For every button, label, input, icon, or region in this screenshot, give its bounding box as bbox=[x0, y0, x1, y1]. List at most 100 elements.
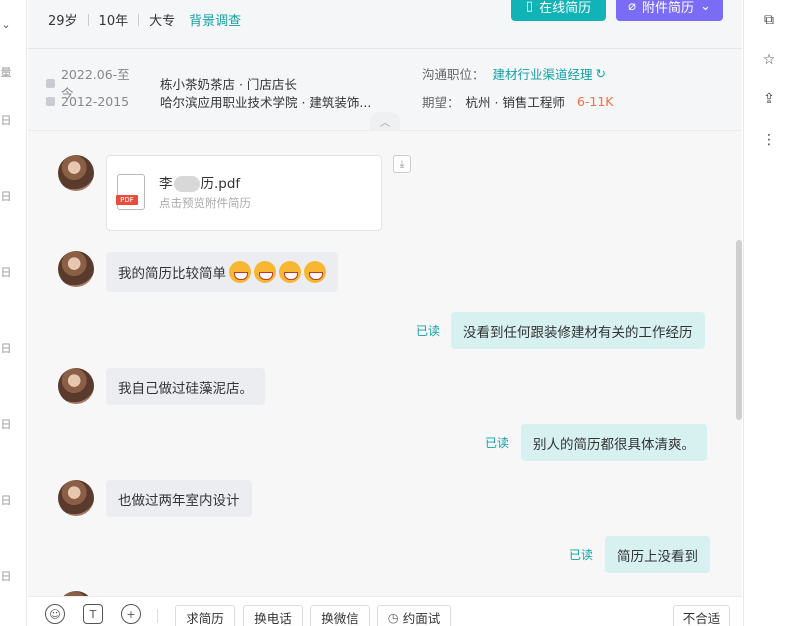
more-vertical-icon[interactable]: ⋮ bbox=[760, 131, 778, 149]
text-template-icon[interactable]: T bbox=[83, 604, 103, 624]
redacted-name bbox=[173, 176, 200, 192]
pdf-badge: PDF bbox=[116, 195, 138, 205]
message-text: 也做过两年室内设计 bbox=[118, 492, 240, 509]
clock-icon: ◷ bbox=[387, 609, 399, 625]
grin-emoji-icon bbox=[279, 261, 301, 283]
file-name: 李 历.pdf bbox=[159, 172, 240, 192]
download-icon[interactable]: ⤓ bbox=[393, 155, 411, 173]
swap-phone-button[interactable]: 换电话 bbox=[243, 605, 303, 626]
left-strip-text: 量 bbox=[0, 66, 12, 79]
file-name-prefix: 李 bbox=[159, 176, 173, 192]
candidate-summary: 29岁 10年 大专 背景调查 bbox=[48, 10, 241, 29]
left-strip-text: 日 bbox=[0, 190, 12, 203]
emoji-icon[interactable]: ☺ bbox=[45, 604, 65, 624]
schedule-interview-label: 约面试 bbox=[402, 610, 441, 626]
grin-emoji-icon bbox=[229, 261, 251, 283]
message-text: 我的简历比较简单 bbox=[118, 266, 226, 282]
avatar[interactable] bbox=[58, 155, 94, 191]
attachment-resume-button[interactable]: ⌀ 附件简历 ⌄ bbox=[616, 0, 723, 21]
message-bubble-incoming: 我自己做过硅藻泥店。 bbox=[106, 368, 265, 405]
left-strip-text: 日 bbox=[0, 342, 12, 355]
chat-scrollbar[interactable] bbox=[736, 240, 742, 420]
position-value[interactable]: 建材行业渠道经理 bbox=[493, 64, 593, 83]
message-bubble-incoming: 也做过两年室内设计 bbox=[106, 480, 252, 517]
briefcase-icon bbox=[46, 78, 55, 88]
message-bubble-outgoing: 别人的简历都很具体清爽。 bbox=[521, 424, 707, 461]
collapse-header-button[interactable]: ︿ bbox=[370, 112, 400, 130]
grin-emoji-icon bbox=[304, 261, 326, 283]
left-strip-text: 日 bbox=[0, 114, 12, 127]
avatar[interactable] bbox=[58, 251, 94, 287]
swap-wechat-label: 换微信 bbox=[321, 610, 359, 626]
main-panel: 29岁 10年 大专 背景调查 ▯ 在线简历 ⌀ 附件简历 ⌄ 2022.06-… bbox=[28, 0, 742, 626]
read-status: 已读 bbox=[485, 436, 510, 450]
education-row: 2012-2015 哈尔滨应用职业技术学院 · 建筑装饰... bbox=[46, 92, 371, 111]
graduation-cap-icon bbox=[46, 97, 55, 106]
add-icon[interactable]: + bbox=[121, 604, 141, 624]
reject-button[interactable]: 不合适 bbox=[673, 605, 730, 626]
candidate-experience: 10年 bbox=[98, 14, 129, 29]
read-status: 已读 bbox=[569, 548, 594, 562]
divider bbox=[87, 13, 89, 26]
candidate-education: 大专 bbox=[149, 14, 176, 29]
work-detail: 栋小茶奶茶店 · 门店店长 bbox=[160, 76, 297, 92]
online-resume-label: 在线简历 bbox=[539, 1, 592, 16]
message-bubble-outgoing: 没看到任何跟装修建材有关的工作经历 bbox=[451, 312, 705, 349]
external-link-icon[interactable]: ⧉ bbox=[760, 11, 778, 29]
expect-salary: 6-11K bbox=[576, 94, 614, 109]
position-row: 沟通职位： 建材行业渠道经理 ↻ bbox=[422, 64, 606, 83]
edu-period: 2012-2015 bbox=[46, 94, 142, 109]
message-bubble-outgoing: 简历上没看到 bbox=[605, 536, 710, 573]
expect-city: 杭州 · 销售工程师 bbox=[465, 95, 565, 110]
resume-file-card[interactable]: PDF 李 历.pdf 点击预览附件简历 bbox=[106, 155, 382, 231]
message-text: 别人的简历都很具体清爽。 bbox=[533, 436, 695, 453]
chat-toolbar: ☺ T + 求简历 换电话 换微信 ◷ 约面试 不合适 bbox=[28, 596, 742, 626]
expectation-row: 期望： 杭州 · 销售工程师 6-11K bbox=[422, 92, 614, 111]
avatar[interactable] bbox=[58, 368, 94, 404]
request-resume-label: 求简历 bbox=[186, 610, 224, 626]
background-check-link[interactable]: 背景调查 bbox=[189, 10, 241, 29]
candidate-header: 29岁 10年 大专 背景调查 ▯ 在线简历 ⌀ 附件简历 ⌄ 2022.06-… bbox=[28, 0, 742, 130]
message-text: 简历上没看到 bbox=[617, 548, 698, 565]
swap-phone-label: 换电话 bbox=[254, 610, 292, 626]
left-strip-text: 日 bbox=[0, 266, 12, 279]
star-icon[interactable]: ☆ bbox=[760, 51, 778, 69]
pdf-file-icon: PDF bbox=[116, 174, 145, 210]
online-resume-button[interactable]: ▯ 在线简历 bbox=[511, 0, 606, 21]
document-icon: ▯ bbox=[525, 0, 534, 14]
divider bbox=[138, 13, 140, 26]
message-text: 我自己做过硅藻泥店。 bbox=[118, 380, 253, 397]
avatar[interactable] bbox=[58, 480, 94, 516]
edu-period-text: 2012-2015 bbox=[61, 94, 130, 109]
position-label: 沟通职位： bbox=[422, 67, 485, 82]
candidate-age: 29岁 bbox=[48, 14, 78, 29]
chat-window: ⌄ 量 日 日 日 日 日 日 日 29岁 10年 大专 背景调查 ▯ 在线简历… bbox=[0, 0, 786, 626]
chevron-down-icon: ⌄ bbox=[699, 0, 711, 14]
expect-label: 期望： bbox=[422, 95, 460, 110]
reject-label: 不合适 bbox=[682, 610, 721, 626]
header-divider bbox=[28, 48, 742, 49]
file-subtitle: 点击预览附件简历 bbox=[159, 196, 251, 210]
attachment-resume-label: 附件简历 bbox=[641, 1, 694, 16]
left-list-strip: ⌄ 量 日 日 日 日 日 日 日 bbox=[0, 0, 27, 626]
chevron-up-icon: ︿ bbox=[380, 117, 390, 129]
edu-detail: 哈尔滨应用职业技术学院 · 建筑装饰... bbox=[160, 95, 372, 110]
left-strip-text: 日 bbox=[0, 570, 12, 583]
message-bubble-incoming: 我的简历比较简单 bbox=[106, 252, 338, 292]
right-action-rail: ⧉ ☆ ⇪ ⋮ bbox=[743, 0, 786, 626]
file-name-suffix: 历.pdf bbox=[200, 176, 241, 192]
refresh-icon[interactable]: ↻ bbox=[596, 66, 606, 81]
paperclip-icon: ⌀ bbox=[628, 0, 636, 14]
message-text: 没看到任何跟装修建材有关的工作经历 bbox=[463, 324, 693, 341]
read-status: 已读 bbox=[416, 324, 441, 338]
left-strip-text: 日 bbox=[0, 418, 12, 431]
chevron-down-icon[interactable]: ⌄ bbox=[0, 18, 12, 31]
pin-top-icon[interactable]: ⇪ bbox=[760, 90, 778, 108]
left-strip-text: 日 bbox=[0, 494, 12, 507]
schedule-interview-button[interactable]: ◷ 约面试 bbox=[377, 605, 451, 626]
request-resume-button[interactable]: 求简历 bbox=[175, 605, 235, 626]
message-list[interactable]: PDF 李 历.pdf 点击预览附件简历 ⤓ 我的简历比较简单 已读 没看到任何跟… bbox=[28, 130, 742, 626]
swap-wechat-button[interactable]: 换微信 bbox=[310, 605, 370, 626]
toolbar-divider bbox=[157, 609, 158, 623]
grin-emoji-icon bbox=[254, 261, 276, 283]
